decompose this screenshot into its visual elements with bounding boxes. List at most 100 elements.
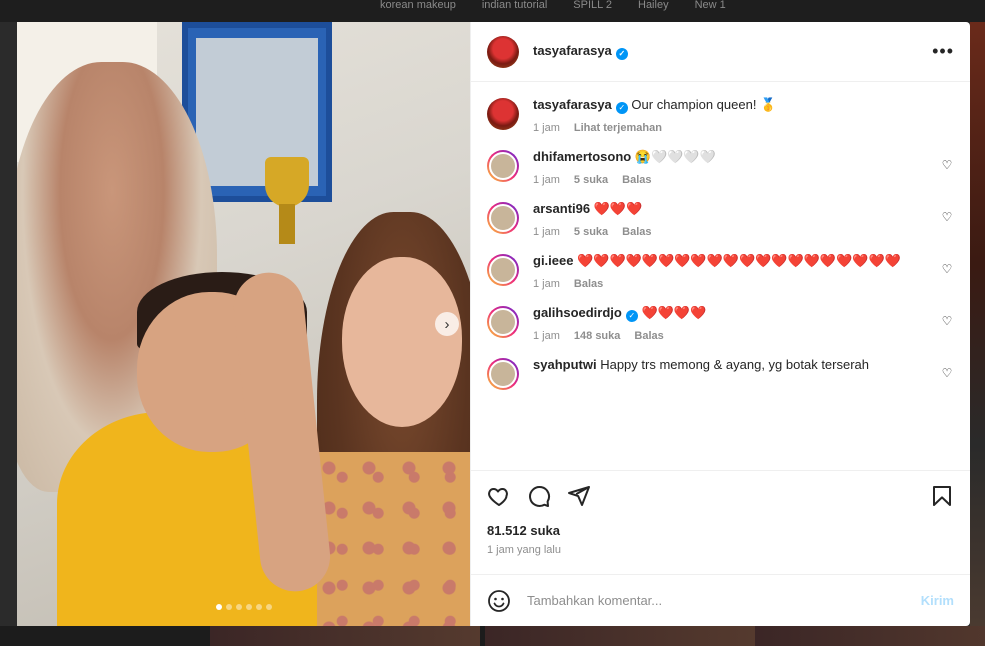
- author-username[interactable]: tasyafarasya ✓: [533, 43, 628, 60]
- comment-content: ❤️❤️❤️❤️❤️❤️❤️❤️❤️❤️❤️❤️❤️❤️❤️❤️❤️❤️❤️❤️: [577, 253, 901, 268]
- comment-action[interactable]: Lihat terjemahan: [574, 122, 662, 134]
- post-comment-button[interactable]: Kirim: [921, 593, 954, 608]
- post-media[interactable]: ›: [17, 22, 470, 626]
- comment-like-icon[interactable]: ♡: [940, 210, 954, 238]
- carousel-dot: [255, 604, 262, 610]
- carousel-next-button[interactable]: ›: [435, 312, 459, 336]
- comment-body: galihsoedirdjo ✓ ❤️❤️❤️❤️ 1 jam 148 suka Bal…: [533, 304, 934, 342]
- commenter-username[interactable]: tasyafarasya: [533, 97, 612, 112]
- comment-action[interactable]: Balas: [622, 174, 651, 186]
- comment-content: Happy trs memong & ayang, yg botak terse…: [600, 357, 870, 372]
- commenter-username[interactable]: gi.ieee: [533, 253, 573, 268]
- comment-likes[interactable]: 5 suka: [574, 226, 608, 238]
- background-thumbnail: [210, 626, 480, 646]
- comment-body: syahputwi Happy trs memong & ayang, yg b…: [533, 356, 934, 390]
- background-thumbnail: [755, 626, 985, 646]
- comment-text: galihsoedirdjo ✓ ❤️❤️❤️❤️: [533, 304, 934, 322]
- commenter-avatar[interactable]: [487, 306, 519, 338]
- carousel-dots: [17, 604, 470, 610]
- comment-action[interactable]: Balas: [634, 330, 663, 342]
- comment-action[interactable]: Balas: [622, 226, 651, 238]
- comment-time[interactable]: 1 jam: [533, 122, 560, 134]
- comment-text: tasyafarasya ✓ Our champion queen! 🥇: [533, 96, 954, 114]
- photo-trophy-stem: [279, 204, 295, 244]
- post-actions: 81.512 suka 1 jam yang lalu: [471, 470, 970, 574]
- comment-time[interactable]: 1 jam: [533, 174, 560, 186]
- likes-count[interactable]: 81.512 suka: [487, 523, 954, 538]
- comments-list: tasyafarasya ✓ Our champion queen! 🥇 1 jam…: [471, 82, 970, 470]
- author-username-text[interactable]: tasyafarasya: [533, 43, 612, 58]
- verified-badge-icon: ✓: [615, 102, 628, 114]
- comment-composer: Tambahkan komentar... Kirim: [471, 574, 970, 626]
- comment-body: gi.ieee ❤️❤️❤️❤️❤️❤️❤️❤️❤️❤️❤️❤️❤️❤️❤️❤️…: [533, 252, 934, 290]
- post-modal: › tasyafarasya ✓ ••• tasyafarasya ✓ Our ch…: [17, 22, 970, 626]
- comment-meta: 1 jam Lihat terjemahan: [533, 122, 954, 134]
- background-tabs: korean makeup indian tutorial SPILL 2 Ha…: [380, 0, 726, 11]
- avatar-image: [489, 256, 517, 284]
- comment-likes[interactable]: 148 suka: [574, 330, 620, 342]
- post-header: tasyafarasya ✓ •••: [471, 22, 970, 82]
- comment-text: arsanti96 ❤️❤️❤️: [533, 200, 934, 218]
- comment-body: arsanti96 ❤️❤️❤️ 1 jam 5 suka Balas: [533, 200, 934, 238]
- comment-text: gi.ieee ❤️❤️❤️❤️❤️❤️❤️❤️❤️❤️❤️❤️❤️❤️❤️❤️…: [533, 252, 934, 270]
- verified-badge-icon: ✓: [625, 310, 638, 322]
- avatar-image: [489, 308, 517, 336]
- comment-action[interactable]: Balas: [574, 278, 603, 290]
- share-icon[interactable]: [567, 484, 591, 508]
- like-icon[interactable]: [487, 484, 511, 508]
- commenter-username[interactable]: dhifamertosono: [533, 149, 631, 164]
- commenter-avatar[interactable]: [487, 150, 519, 182]
- photo-trophy: [265, 157, 309, 207]
- commenter-username[interactable]: syahputwi: [533, 357, 597, 372]
- commenter-avatar[interactable]: [487, 254, 519, 286]
- commenter-avatar[interactable]: [487, 98, 519, 130]
- more-options-icon[interactable]: •••: [932, 41, 954, 62]
- comment-like-icon[interactable]: ♡: [940, 262, 954, 290]
- posted-time[interactable]: 1 jam yang lalu: [487, 544, 954, 556]
- photo-woman-face: [342, 257, 462, 427]
- comment-item: galihsoedirdjo ✓ ❤️❤️❤️❤️ 1 jam 148 suka Bal…: [487, 290, 954, 342]
- commenter-username[interactable]: galihsoedirdjo: [533, 305, 622, 320]
- action-icons: [487, 483, 954, 509]
- comment-like-icon[interactable]: ♡: [940, 314, 954, 342]
- comment-meta: 1 jam Balas: [533, 278, 934, 290]
- comment-time[interactable]: 1 jam: [533, 330, 560, 342]
- chevron-right-icon: ›: [444, 315, 450, 333]
- comment-like-icon[interactable]: ♡: [940, 158, 954, 186]
- comment-input[interactable]: Tambahkan komentar...: [527, 593, 921, 608]
- carousel-dot: [265, 604, 272, 610]
- comment-content: ❤️❤️❤️: [593, 201, 643, 216]
- comment-text: dhifamertosono 😭🤍🤍🤍🤍: [533, 148, 934, 166]
- commenter-avatar[interactable]: [487, 202, 519, 234]
- background-right-thumbnail: [970, 22, 985, 626]
- comment-body: tasyafarasya ✓ Our champion queen! 🥇 1 jam…: [533, 96, 954, 134]
- comment-like-icon[interactable]: ♡: [940, 366, 954, 390]
- comment-item: arsanti96 ❤️❤️❤️ 1 jam 5 suka Balas ♡: [487, 186, 954, 238]
- background-thumbnail: [485, 626, 755, 646]
- comment-body: dhifamertosono 😭🤍🤍🤍🤍 1 jam 5 suka Balas: [533, 148, 934, 186]
- comment-time[interactable]: 1 jam: [533, 278, 560, 290]
- background-tab: korean makeup: [380, 0, 456, 11]
- carousel-dot: [225, 604, 232, 610]
- avatar-image: [489, 360, 517, 388]
- commenter-username[interactable]: arsanti96: [533, 201, 590, 216]
- verified-badge-icon: ✓: [615, 48, 628, 60]
- comment-time[interactable]: 1 jam: [533, 226, 560, 238]
- photo-child: [57, 252, 347, 626]
- comment-content: ❤️❤️❤️❤️: [641, 305, 707, 320]
- comment-content: Our champion queen! 🥇: [631, 97, 777, 112]
- background-tab: New 1: [694, 0, 726, 11]
- carousel-dot: [235, 604, 242, 610]
- comment-icon[interactable]: [527, 484, 551, 508]
- avatar-image: [489, 204, 517, 232]
- commenter-avatar[interactable]: [487, 358, 519, 390]
- comment-item: dhifamertosono 😭🤍🤍🤍🤍 1 jam 5 suka Balas ♡: [487, 134, 954, 186]
- bookmark-icon[interactable]: [930, 484, 954, 508]
- comment-item: syahputwi Happy trs memong & ayang, yg b…: [487, 342, 954, 390]
- author-avatar[interactable]: [487, 35, 519, 68]
- comment-meta: 1 jam 5 suka Balas: [533, 226, 934, 238]
- comment-item: gi.ieee ❤️❤️❤️❤️❤️❤️❤️❤️❤️❤️❤️❤️❤️❤️❤️❤️…: [487, 238, 954, 290]
- background-tab: Hailey: [638, 0, 669, 11]
- comment-likes[interactable]: 5 suka: [574, 174, 608, 186]
- emoji-icon[interactable]: [487, 589, 511, 613]
